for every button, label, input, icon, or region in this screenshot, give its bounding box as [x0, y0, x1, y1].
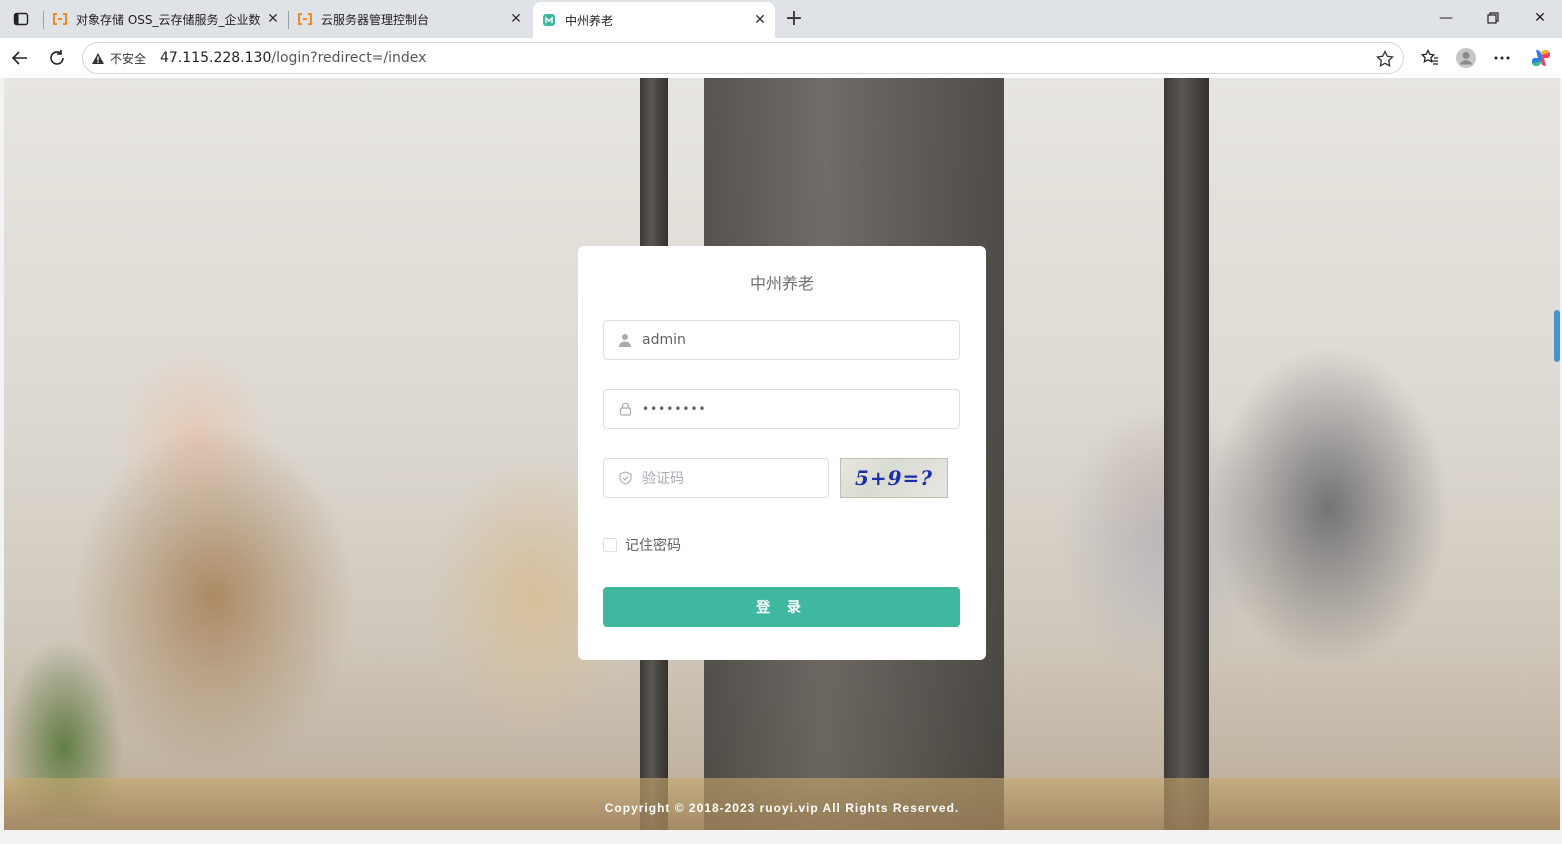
window-bottom-edge	[0, 830, 1562, 844]
browser-window: 对象存储 OSS_云存储服务_企业数 ✕ 云服务器管理控制台 ✕ 中州养老 ✕ …	[0, 0, 1562, 844]
security-indicator[interactable]: 不安全	[91, 50, 146, 67]
password-field[interactable]: ••••••••	[603, 389, 960, 429]
avatar-icon	[1456, 48, 1476, 68]
username-value: admin	[642, 332, 686, 348]
tab-oss[interactable]: 对象存储 OSS_云存储服务_企业数 ✕	[43, 2, 288, 36]
remember-password[interactable]: 记住密码	[603, 535, 681, 555]
new-tab-button[interactable]: +	[782, 6, 806, 31]
remember-label: 记住密码	[625, 538, 681, 554]
url-text[interactable]: 47.115.228.130/login?redirect=/index	[160, 50, 426, 66]
favorites-list-icon	[1421, 49, 1438, 65]
scrollbar-thumb[interactable]	[1554, 310, 1560, 362]
login-form: 中州养老 admin •••••••• 验证码 5+9=? 记住密码 登 录	[578, 246, 986, 660]
restore-icon	[1487, 12, 1499, 24]
refresh-icon	[50, 50, 64, 65]
aliyun-logo-icon	[297, 11, 313, 27]
tab-zhongzhou-elderly[interactable]: 中州养老 ✕	[533, 2, 775, 38]
url-path: /login?redirect=/index	[271, 50, 427, 66]
captcha-placeholder: 验证码	[642, 471, 684, 487]
restore-button[interactable]	[1470, 4, 1516, 32]
close-window-button[interactable]: ✕	[1517, 4, 1562, 32]
captcha-image-text: 5+9=?	[854, 466, 934, 490]
shield-check-icon	[618, 471, 632, 485]
warning-triangle-icon	[92, 52, 104, 64]
tab-actions-icon	[13, 12, 29, 26]
address-bar[interactable]: 不安全 47.115.228.130/login?redirect=/index	[82, 42, 1404, 74]
tab-title: 中州养老	[565, 13, 614, 28]
user-icon	[618, 333, 632, 347]
copilot-icon	[1532, 50, 1550, 66]
minimize-button[interactable]: —	[1423, 4, 1469, 32]
password-value: ••••••••	[642, 402, 707, 416]
login-button[interactable]: 登 录	[603, 587, 960, 627]
aliyun-logo-icon	[52, 11, 68, 27]
tab-title: 对象存储 OSS_云存储服务_企业数	[76, 12, 261, 27]
captcha-field[interactable]: 验证码	[603, 458, 829, 498]
favorites-button[interactable]	[1416, 44, 1444, 72]
tab-actions-button[interactable]	[8, 6, 34, 32]
refresh-button[interactable]	[43, 44, 71, 72]
more-dots-icon	[1494, 56, 1510, 60]
close-icon[interactable]: ✕	[749, 9, 771, 31]
profile-button[interactable]	[1452, 44, 1480, 72]
close-icon[interactable]: ✕	[505, 8, 527, 30]
copilot-button[interactable]	[1527, 44, 1555, 72]
star-icon	[1376, 50, 1394, 68]
background-curtain	[1164, 78, 1209, 830]
login-title: 中州养老	[749, 274, 814, 293]
tab-title: 云服务器管理控制台	[321, 12, 430, 27]
remember-checkbox[interactable]	[603, 538, 617, 552]
captcha-image[interactable]: 5+9=?	[840, 458, 948, 498]
lock-icon	[618, 402, 632, 416]
url-host: 47.115.228.130	[160, 50, 272, 66]
more-menu-button[interactable]	[1488, 44, 1516, 72]
app-logo-icon	[541, 12, 557, 28]
tab-strip: 对象存储 OSS_云存储服务_企业数 ✕ 云服务器管理控制台 ✕ 中州养老 ✕ …	[0, 0, 1562, 38]
tab-ecs-console[interactable]: 云服务器管理控制台 ✕	[288, 2, 531, 36]
username-field[interactable]: admin	[603, 320, 960, 360]
login-page: 中州养老 admin •••••••• 验证码 5+9=? 记住密码 登 录 C…	[4, 78, 1560, 830]
security-label: 不安全	[110, 51, 147, 66]
favorite-star-button[interactable]	[1375, 49, 1395, 69]
tab-separator	[288, 11, 289, 29]
back-button[interactable]	[6, 44, 34, 72]
back-arrow-icon	[11, 51, 27, 65]
copyright-footer: Copyright © 2018-2023 ruoyi.vip All Righ…	[604, 801, 960, 815]
tab-separator	[43, 11, 44, 29]
close-icon[interactable]: ✕	[262, 8, 284, 30]
browser-toolbar: 不安全 47.115.228.130/login?redirect=/index	[0, 38, 1562, 78]
